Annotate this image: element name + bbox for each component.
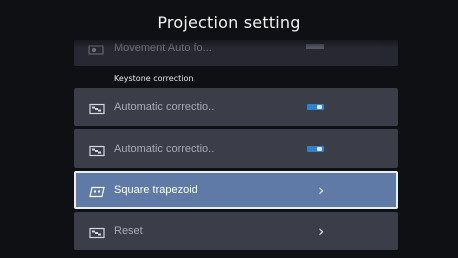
menu-item-square-trapezoid[interactable]: Square trapezoid › [74, 171, 398, 209]
menu-item-automatic-correction-2[interactable]: Automatic correctio.. [74, 129, 398, 168]
toggle-switch[interactable] [307, 104, 324, 110]
section-header-keystone-correction: Keystone correction [114, 74, 194, 83]
projector-icon [89, 102, 105, 115]
menu-item-label: Automatic correctio.. [114, 142, 215, 155]
menu-item-reset[interactable]: Reset › [74, 212, 398, 250]
projection-settings-screen: Projection setting Movement Auto fo... K… [0, 0, 458, 258]
menu-item-automatic-correction-1[interactable]: Automatic correctio.. [74, 88, 398, 126]
menu-item-label: Square trapezoid [114, 184, 198, 196]
projector-icon [89, 226, 105, 239]
projector-icon [89, 143, 105, 156]
page-title: Projection setting [157, 13, 301, 32]
trapezoid-icon [89, 185, 105, 198]
toggle-switch[interactable] [307, 145, 324, 152]
menu-item-label: Automatic correctio.. [114, 101, 215, 113]
chevron-right-icon: › [318, 221, 325, 241]
scroll-fade [70, 36, 402, 48]
chevron-right-icon: › [318, 180, 325, 200]
menu-item-label: Reset [114, 225, 143, 237]
